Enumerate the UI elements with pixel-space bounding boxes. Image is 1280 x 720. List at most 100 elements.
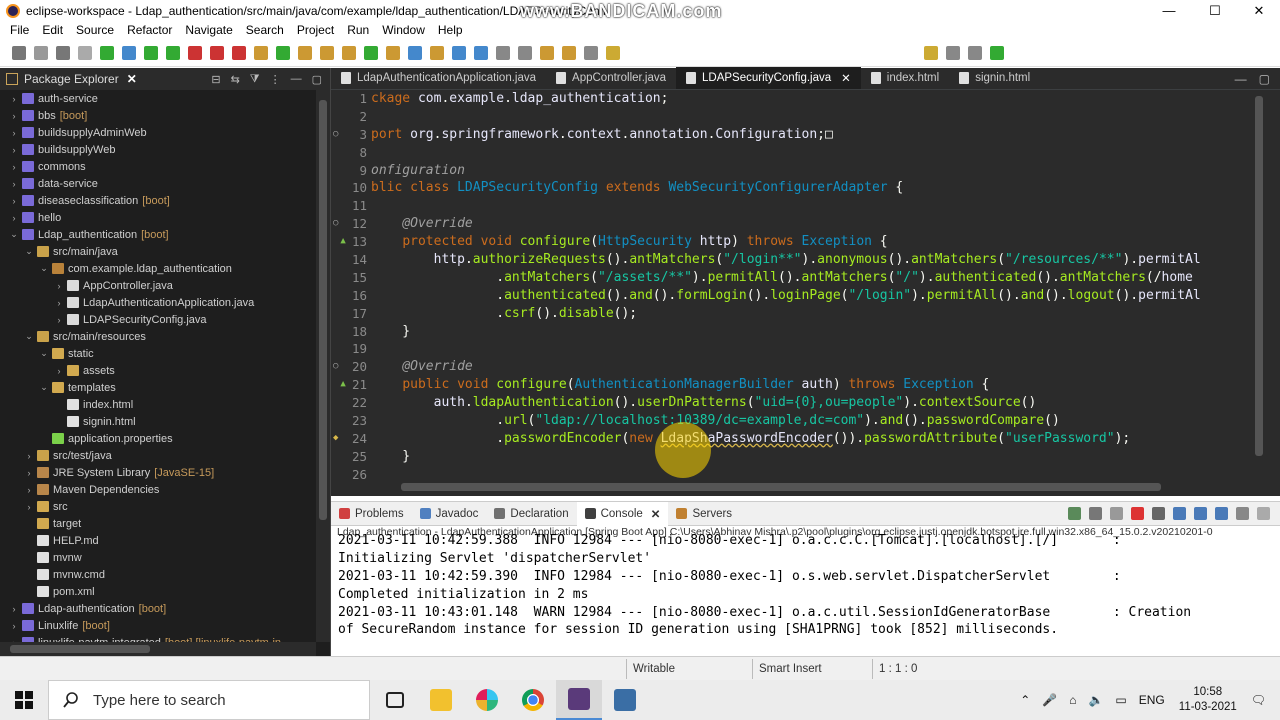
collapsed-chevron-icon[interactable]: › bbox=[8, 145, 20, 155]
tree-item[interactable]: target bbox=[0, 515, 316, 532]
console-tab-javadoc[interactable]: Javadoc bbox=[412, 508, 487, 520]
collapsed-chevron-icon[interactable]: › bbox=[8, 111, 20, 121]
open-type-icon[interactable] bbox=[320, 45, 334, 60]
explorer-horizontal-scrollbar[interactable] bbox=[0, 642, 316, 656]
editor-tab[interactable]: LDAPSecurityConfig.java ✕ bbox=[676, 67, 861, 89]
run-icon[interactable] bbox=[144, 45, 158, 60]
insert-mode-status[interactable]: Smart Insert bbox=[752, 659, 870, 679]
collapsed-chevron-icon[interactable]: › bbox=[8, 162, 20, 172]
explorer-vertical-scrollbar[interactable] bbox=[316, 90, 330, 642]
menu-item-run[interactable]: Run bbox=[347, 23, 369, 37]
tree-item[interactable]: ⌄ static bbox=[0, 345, 316, 362]
tree-item[interactable]: › commons bbox=[0, 158, 316, 175]
edit-markers-icon[interactable] bbox=[386, 45, 400, 60]
debug-perspective-icon[interactable] bbox=[924, 45, 938, 60]
collapsed-chevron-icon[interactable]: › bbox=[23, 451, 35, 461]
tree-item[interactable]: › buildsupplyAdminWeb bbox=[0, 124, 316, 141]
network-icon[interactable]: ⌂ bbox=[1069, 693, 1076, 707]
expanded-chevron-icon[interactable]: ⌄ bbox=[38, 382, 50, 393]
toggle-mark-icon[interactable] bbox=[408, 45, 422, 60]
console-tab-problems[interactable]: Problems bbox=[331, 508, 412, 520]
collapsed-chevron-icon[interactable]: › bbox=[8, 604, 20, 614]
collapsed-chevron-icon[interactable]: › bbox=[8, 621, 20, 631]
menu-item-window[interactable]: Window bbox=[382, 23, 425, 37]
maximize-button[interactable]: ☐ bbox=[1192, 0, 1238, 21]
menu-item-help[interactable]: Help bbox=[438, 23, 463, 37]
menu-item-search[interactable]: Search bbox=[246, 23, 284, 37]
override-marker-icon[interactable]: ▲ bbox=[340, 233, 345, 251]
maximize-editor-icon[interactable]: ▢ bbox=[1259, 72, 1270, 86]
close-window-button[interactable]: ✕ bbox=[1236, 0, 1280, 21]
prev-annotation-icon[interactable] bbox=[496, 45, 510, 60]
package-explorer-tab[interactable]: Package Explorer ✕ ⊟ ⇆ ⧩ ⋮ — ▢ bbox=[0, 68, 330, 90]
forward-icon[interactable] bbox=[562, 45, 576, 60]
language-indicator[interactable]: ENG bbox=[1139, 693, 1165, 707]
view-menu-icon[interactable]: ⋮ bbox=[270, 73, 281, 86]
tree-item[interactable]: › Maven Dependencies bbox=[0, 481, 316, 498]
console-tab-servers[interactable]: Servers bbox=[668, 508, 740, 520]
new-class-icon[interactable] bbox=[298, 45, 312, 60]
pin-editor-icon[interactable] bbox=[452, 45, 466, 60]
tree-item[interactable]: › Linuxlife [boot] bbox=[0, 617, 316, 634]
code-text-area[interactable]: ckage com.example.ldap_authentication; po… bbox=[371, 90, 1253, 468]
expanded-chevron-icon[interactable]: ⌄ bbox=[38, 348, 50, 359]
collapsed-chevron-icon[interactable]: › bbox=[53, 298, 65, 308]
editor-tab[interactable]: index.html bbox=[861, 67, 949, 89]
collapse-all-icon[interactable]: ⊟ bbox=[211, 73, 220, 86]
tree-item[interactable]: › bbs [boot] bbox=[0, 107, 316, 124]
tree-item[interactable]: HELP.md bbox=[0, 532, 316, 549]
collapsed-chevron-icon[interactable]: › bbox=[23, 485, 35, 495]
fold-toggle-icon[interactable]: ○ bbox=[333, 215, 338, 233]
toggle-toolbar-icon[interactable] bbox=[990, 45, 1004, 60]
tree-item[interactable]: › LdapAuthenticationApplication.java bbox=[0, 294, 316, 311]
tree-item[interactable]: pom.xml bbox=[0, 583, 316, 600]
tree-item[interactable]: › data-service bbox=[0, 175, 316, 192]
eclipse-taskbar-button[interactable] bbox=[556, 680, 602, 720]
tray-overflow-icon[interactable]: ⌃ bbox=[1020, 693, 1030, 707]
expanded-chevron-icon[interactable]: ⌄ bbox=[8, 229, 20, 240]
search-icon[interactable] bbox=[342, 45, 356, 60]
next-annotation-icon[interactable] bbox=[474, 45, 488, 60]
git-perspective-icon[interactable] bbox=[946, 45, 960, 60]
volume-icon[interactable]: 🔈 bbox=[1088, 693, 1103, 707]
collapsed-chevron-icon[interactable]: › bbox=[8, 196, 20, 206]
expanded-chevron-icon[interactable]: ⌄ bbox=[38, 263, 50, 274]
menu-item-file[interactable]: File bbox=[10, 23, 29, 37]
new-java-project-icon[interactable] bbox=[254, 45, 268, 60]
editor-vertical-scrollbar[interactable] bbox=[1252, 90, 1266, 468]
notifications-icon[interactable]: 🗨 bbox=[1251, 693, 1266, 707]
remove-all-launches-icon[interactable] bbox=[1110, 507, 1123, 520]
coverage-icon[interactable] bbox=[232, 45, 246, 60]
clear-console-icon[interactable] bbox=[1152, 507, 1165, 520]
console-tab-declaration[interactable]: Declaration bbox=[486, 508, 576, 520]
menu-item-source[interactable]: Source bbox=[76, 23, 114, 37]
tree-item[interactable]: › buildsupplyWeb bbox=[0, 141, 316, 158]
last-edit-icon[interactable] bbox=[518, 45, 532, 60]
tree-item[interactable]: ⌄ src/main/resources bbox=[0, 328, 316, 345]
filter-icon[interactable]: ⧩ bbox=[250, 73, 260, 86]
fold-toggle-icon[interactable]: ○ bbox=[333, 358, 338, 376]
tree-item[interactable]: › JRE System Library [JavaSE-15] bbox=[0, 464, 316, 481]
close-tab-icon[interactable]: ✕ bbox=[651, 507, 661, 521]
collapsed-chevron-icon[interactable]: › bbox=[53, 281, 65, 291]
save-icon[interactable] bbox=[34, 45, 48, 60]
word-wrap-icon[interactable] bbox=[1194, 507, 1207, 520]
menu-item-project[interactable]: Project bbox=[297, 23, 334, 37]
fold-toggle-icon[interactable]: ○ bbox=[333, 126, 338, 144]
remove-launch-icon[interactable] bbox=[1089, 507, 1102, 520]
task-view-button[interactable] bbox=[372, 680, 418, 720]
app-taskbar-button[interactable] bbox=[602, 680, 648, 720]
minimize-editor-icon[interactable]: — bbox=[1235, 72, 1247, 86]
skip-breakpoints-icon[interactable] bbox=[122, 45, 136, 60]
editor-tab[interactable]: signin.html bbox=[949, 67, 1040, 89]
print-icon[interactable] bbox=[78, 45, 92, 60]
tree-item[interactable]: ›linuxlife-paytm-integrated[boot] [linux… bbox=[0, 634, 316, 642]
tree-item[interactable]: application.properties bbox=[0, 430, 316, 447]
save-all-icon[interactable] bbox=[56, 45, 70, 60]
minimize-view-icon[interactable]: — bbox=[291, 73, 302, 86]
tree-item[interactable]: › Ldap-authentication [boot] bbox=[0, 600, 316, 617]
tree-item[interactable]: › src bbox=[0, 498, 316, 515]
collapsed-chevron-icon[interactable]: › bbox=[8, 94, 20, 104]
collapsed-chevron-icon[interactable]: › bbox=[8, 179, 20, 189]
microphone-icon[interactable]: 🎤 bbox=[1042, 693, 1057, 707]
